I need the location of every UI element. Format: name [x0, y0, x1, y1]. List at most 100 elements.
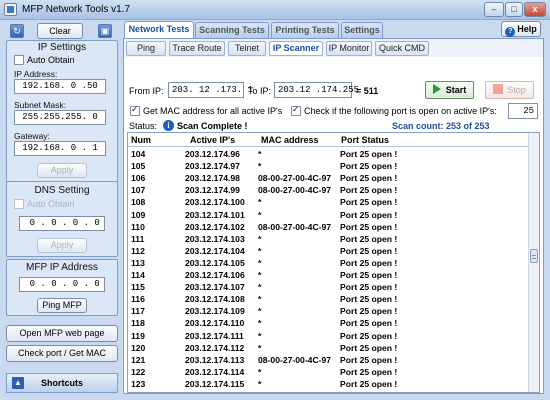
start-button[interactable]: Start [425, 81, 474, 99]
subnet-mask-label: Subnet Mask: [14, 100, 66, 110]
tab-network-tests[interactable]: Network Tests [124, 21, 194, 38]
cell-num: 122 [131, 366, 146, 377]
start-label: Start [445, 85, 467, 95]
cell-num: 104 [131, 149, 146, 159]
subtab-quick-cmd[interactable]: Quick CMD [375, 41, 429, 56]
cell-ip: 203.12.174.111 [185, 330, 244, 341]
subtab-telnet[interactable]: Telnet [228, 41, 266, 56]
table-row[interactable]: 112 203.12.174.104 * Port 25 open ! [128, 246, 528, 258]
get-mac-checkbox[interactable] [130, 104, 140, 116]
subtab-ip-monitor[interactable]: IP Monitor [326, 41, 372, 56]
table-row[interactable]: 117 203.12.174.109 * Port 25 open ! [128, 306, 528, 318]
cell-status: Port 25 open ! [340, 391, 397, 392]
to-ip-field[interactable]: 203.12 .174.255 [274, 82, 359, 98]
table-row[interactable]: 111 203.12.174.103 * Port 25 open ! [128, 234, 528, 246]
cell-ip: 203.12.174.96 [185, 149, 240, 159]
dns-auto-obtain-checkbox[interactable] [14, 199, 24, 209]
tab-scanning-tests[interactable]: Scanning Tests [195, 22, 269, 38]
table-row[interactable]: 122 203.12.174.114 * Port 25 open ! [128, 367, 528, 379]
col-num[interactable]: Num [131, 135, 151, 145]
clear-button[interactable]: Clear [37, 23, 83, 39]
status-label: Status: [129, 121, 158, 131]
cell-ip: 203.12.174.97 [185, 161, 240, 172]
cell-ip: 203.12.174.104 [185, 245, 245, 256]
table-row[interactable]: 119 203.12.174.111 * Port 25 open ! [128, 331, 528, 343]
cell-status: Port 25 open ! [340, 318, 398, 329]
table-row[interactable]: 107 203.12.174.99 08-00-27-00-4C-97 Port 25… [128, 185, 528, 197]
table-row[interactable]: 115 203.12.174.107 * Port 25 open ! [128, 282, 528, 294]
table-row[interactable]: 106 203.12.174.98 08-00-27-00-4C-97 Port 25… [128, 173, 528, 185]
mfp-ip-field[interactable]: 0 . 0 . 0 . 0 [19, 277, 105, 292]
cell-mac: * [258, 342, 262, 353]
table-row[interactable]: 105 203.12.174.97 * Port 25 open ! [128, 161, 528, 173]
save-icon[interactable]: ▣ [98, 24, 112, 38]
refresh-icon[interactable]: ↻ [10, 24, 24, 38]
cell-mac: * [258, 197, 262, 208]
cell-status: Port 25 open ! [340, 354, 398, 365]
minimize-button[interactable]: – [484, 2, 504, 17]
table-row[interactable]: 109 203.12.174.101 * Port 25 open ! [128, 210, 528, 222]
cell-ip: 203.12.174.99 [185, 185, 240, 196]
open-mfp-web-button[interactable]: Open MFP web page [6, 325, 118, 342]
table-row[interactable]: 114 203.12.174.106 * Port 25 open ! [128, 270, 528, 282]
cell-mac: * [258, 391, 261, 392]
dns-server-field[interactable]: 0 . 0 . 0 . 0 [19, 216, 105, 231]
cell-ip: 203.12.174.100 [185, 197, 245, 208]
ip-apply-button[interactable]: Apply [37, 163, 87, 178]
play-icon [432, 84, 441, 94]
cell-mac: * [258, 161, 262, 172]
table-row[interactable]: 123 203.12.174.115 * Port 25 open ! [128, 379, 528, 391]
table-row[interactable]: 108 203.12.174.100 * Port 25 open ! [128, 197, 528, 209]
check-port-button[interactable]: Check port / Get MAC [6, 345, 118, 362]
check-port-checkbox[interactable] [291, 104, 301, 116]
cell-status: Port 25 open ! [340, 294, 398, 305]
ip-address-field[interactable]: 192.168. 0 .50 [14, 79, 106, 94]
table-row[interactable]: 104 203.12.174.96 * Port 25 open ! [128, 149, 528, 161]
col-port-status[interactable]: Port Status [341, 135, 389, 145]
cell-status: Port 25 open ! [340, 378, 398, 389]
col-active-ip[interactable]: Active IP's [190, 135, 235, 145]
results-table: Num Active IP's MAC address Port Status … [127, 132, 540, 393]
cell-status: Port 25 open ! [340, 233, 398, 244]
tab-printing-tests[interactable]: Printing Tests [271, 22, 339, 38]
ping-mfp-button[interactable]: Ping MFP [37, 298, 87, 313]
ip-auto-obtain-checkbox[interactable] [14, 55, 24, 65]
dns-apply-button[interactable]: Apply [37, 238, 87, 253]
table-row[interactable]: 118 203.12.174.110 * Port 25 open ! [128, 318, 528, 330]
shortcuts-button[interactable]: ▲ Shortcuts [6, 373, 118, 393]
table-row[interactable]: 124 203.12.174.116 * Port 25 open ! [128, 391, 528, 392]
cell-ip: 203.12.174.105 [185, 257, 245, 268]
col-mac-address[interactable]: MAC address [261, 135, 319, 145]
cell-num: 110 [131, 221, 145, 232]
tab-settings[interactable]: Settings [341, 22, 383, 38]
stop-button[interactable]: Stop [485, 81, 534, 99]
dns-setting-title: DNS Setting [34, 185, 90, 196]
table-row[interactable]: 121 203.12.174.113 08-00-27-00-4C-97 Port 2… [128, 355, 528, 367]
subtab-ping[interactable]: Ping [126, 41, 166, 56]
table-row[interactable]: 116 203.12.174.108 * Port 25 open ! [128, 294, 528, 306]
sub-tabs: Ping Trace Route Telnet IP Scanner IP Mo… [124, 39, 543, 57]
subtab-trace-route[interactable]: Trace Route [169, 41, 225, 56]
from-ip-field[interactable]: 203. 12 .173. 1 [168, 82, 253, 98]
port-field[interactable]: 25 [508, 103, 538, 119]
vertical-scrollbar[interactable] [528, 133, 539, 392]
gateway-field[interactable]: 192.168. 0 . 1 [14, 141, 106, 156]
table-row[interactable]: 120 203.12.174.112 * Port 25 open ! [128, 343, 528, 355]
arrow-up-icon: ▲ [12, 377, 24, 389]
scan-count: Scan count: 253 of 253 [392, 121, 490, 131]
cell-num: 121 [131, 354, 146, 365]
cell-num: 113 [131, 257, 145, 268]
cell-mac: 08-00-27-00-4C-97 [258, 221, 332, 232]
table-row[interactable]: 110 203.12.174.102 08-00-27-00-4C-97 Port 2… [128, 222, 528, 234]
subnet-mask-field[interactable]: 255.255.255. 0 [14, 110, 106, 125]
ip-address-label: IP Address: [14, 69, 58, 79]
close-button[interactable]: x [524, 2, 546, 17]
subtab-ip-scanner[interactable]: IP Scanner [269, 41, 323, 56]
cell-status: Port 25 open ! [340, 197, 398, 208]
ip-auto-obtain-label: Auto Obtain [27, 55, 75, 65]
maximize-button[interactable]: □ [505, 2, 523, 17]
cell-status: Port 25 open ! [340, 257, 398, 268]
help-button[interactable]: ? Help [501, 21, 541, 37]
scroll-thumb[interactable] [530, 249, 538, 263]
table-row[interactable]: 113 203.12.174.105 * Port 25 open ! [128, 258, 528, 270]
